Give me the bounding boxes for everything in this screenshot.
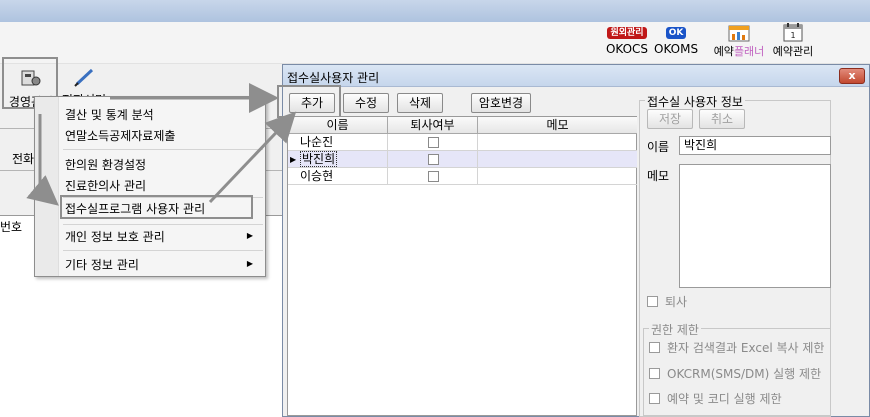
table-row[interactable]: 이승현 [288,168,637,185]
planner-label-b: 플래너 [733,45,765,58]
change-password-button[interactable]: 암호변경 [471,93,531,113]
pen-icon [74,68,94,87]
perm-reservation-checkbox[interactable] [649,393,660,404]
column-header-name[interactable]: 이름 [288,117,388,134]
menu-gutter [35,97,59,276]
permission-group-title: 권한 제한 [649,321,701,338]
cell-retired [388,134,478,151]
retired-checkbox[interactable] [428,137,439,148]
menu-separator [63,149,263,150]
name-field[interactable]: 박진희 [679,136,831,155]
management-context-menu: 결산 및 통계 분석 연말소득공제자료제출 한의원 환경설정 진료한의사 관리 … [34,96,266,277]
reservation-label: 예약관리 [772,45,814,58]
okoms-logo: OK [665,27,687,39]
perm-okcrm-label: OKCRM(SMS/DM) 실행 제한 [667,367,822,381]
perm-okcrm-checkbox[interactable] [649,368,660,379]
menu-item-other-info[interactable]: 기타 정보 관리 [65,256,139,273]
edit-button[interactable]: 수정 [343,93,389,113]
retire-checkbox[interactable] [647,296,658,307]
okocs-label: OKOCS [605,42,649,56]
cell-memo [478,168,637,185]
cell-retired [388,151,478,168]
menu-separator [63,250,263,251]
submenu-arrow-icon: ▶ [246,231,253,240]
cell-memo [478,134,637,151]
top-toolbar: 원외관리 OKOCS OK OKOMS 예약플래너 1 예약관리 [0,22,870,64]
group-title: 접수실 사용자 정보 [645,93,745,110]
column-header-retired[interactable]: 퇴사여부 [388,117,478,134]
cell-name: 박진희 [288,151,388,168]
number-column-label: 번호 [0,220,23,234]
user-grid: 이름 퇴사여부 메모 나순진 ▶ 박진희 이승현 [287,116,637,416]
table-row-selected[interactable]: ▶ 박진희 [288,151,637,168]
perm-excel-checkbox[interactable] [649,342,660,353]
perm-reservation-label: 예약 및 코디 실행 제한 [667,392,782,406]
memo-label: 메모 [647,169,670,183]
cell-name: 나순진 [288,134,388,151]
menu-item-tax-data[interactable]: 연말소득공제자료제출 [65,127,175,144]
calendar-chart-icon [728,25,750,42]
close-button[interactable]: x [839,68,865,84]
svg-text:1: 1 [790,31,795,40]
okocs-button[interactable]: 원외관리 OKOCS [602,24,652,56]
dialog-title-bar: 접수실사용자 관리 x [283,65,869,87]
cell-name: 이승현 [288,168,388,185]
okoms-label: OKOMS [654,42,699,56]
user-info-group: 접수실 사용자 정보 저장 취소 이름 박진희 메모 퇴사 권한 제한 환자 검… [637,93,833,417]
planner-label-a: 예약 [713,45,734,58]
cell-retired [388,168,478,185]
save-button[interactable]: 저장 [647,109,693,129]
column-header-memo[interactable]: 메모 [478,117,637,134]
name-label: 이름 [647,140,670,154]
retire-label: 퇴사 [665,295,688,309]
retired-checkbox[interactable] [428,154,439,165]
window-title-bar [0,0,870,22]
table-row[interactable]: 나순진 [288,134,637,151]
memo-field[interactable] [679,164,831,288]
calendar-icon: 1 [783,23,803,42]
perm-excel-label: 환자 검색결과 Excel 복사 제한 [667,341,825,355]
reception-user-dialog: 접수실사용자 관리 x 추가 수정 삭제 암호변경 이름 퇴사여부 메모 나순진… [277,64,870,417]
menu-item-clinic-settings[interactable]: 한의원 환경설정 [65,156,146,173]
okocs-logo: 원외관리 [607,27,647,39]
menu-item-statistics[interactable]: 결산 및 통계 분석 [65,106,154,123]
cell-memo [478,151,637,168]
cancel-button[interactable]: 취소 [699,109,745,129]
menu-separator [63,224,263,225]
submenu-arrow-icon: ▶ [246,259,253,268]
menu-item-privacy[interactable]: 개인 정보 보호 관리 [65,228,165,245]
retired-checkbox[interactable] [428,171,439,182]
delete-button[interactable]: 삭제 [397,93,443,113]
okoms-button[interactable]: OK OKOMS [654,24,698,56]
dialog-title: 접수실사용자 관리 [287,71,380,85]
menu-item-doctor-management[interactable]: 진료한의사 관리 [65,177,146,194]
reservation-management-button[interactable]: 1 예약관리 [766,22,820,59]
reception-user-highlight [60,195,253,219]
reservation-planner-button[interactable]: 예약플래너 [712,22,766,59]
phone-label: 전화 [12,152,35,166]
add-button-highlight [277,85,341,118]
selected-name: 박진희 [300,151,338,167]
